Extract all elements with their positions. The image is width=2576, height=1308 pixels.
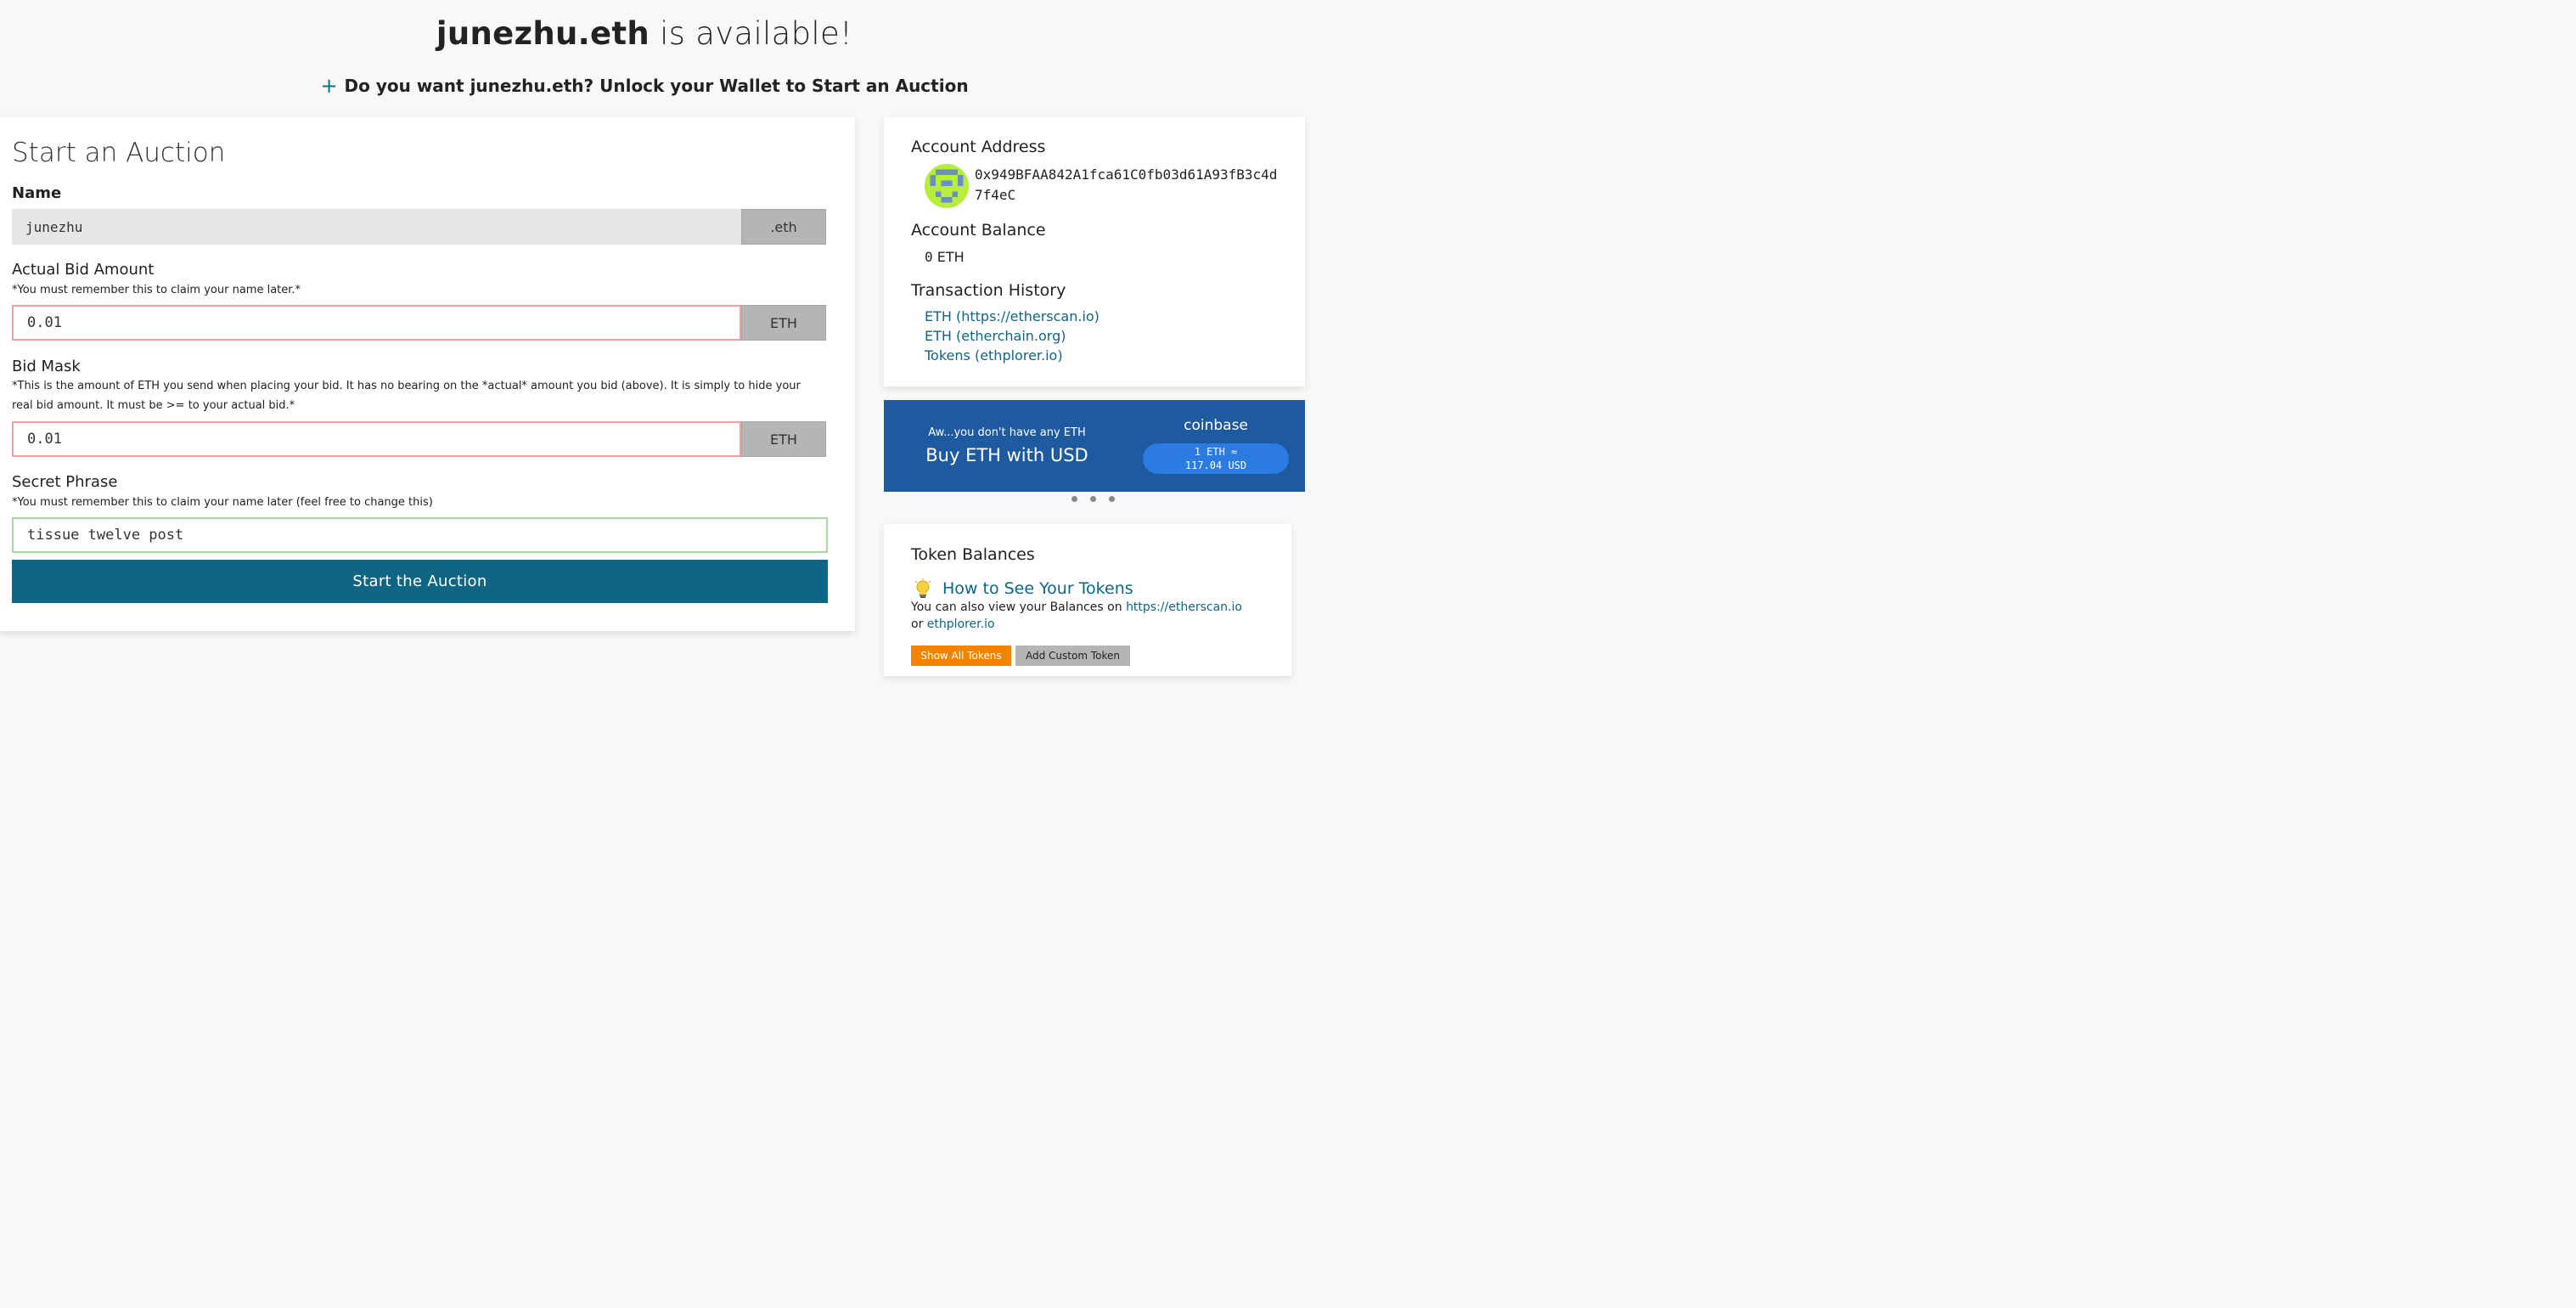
carousel-dot[interactable] [1109,496,1115,502]
account-balance-label: Account Balance [911,221,1046,240]
ethplorer-token-link[interactable]: ethplorer.io [927,617,995,631]
token-note-or: or [911,617,924,631]
carousel-dot[interactable] [1090,496,1096,502]
bid-mask-label: Bid Mask [12,358,81,375]
bid-amount-note: *You must remember this to claim your na… [12,284,301,296]
plus-icon: + [320,74,338,98]
name-row: junezhu .eth [12,209,826,245]
domain-name: junezhu.eth [436,15,650,52]
bid-amount-row: 0.01 ETH [12,305,826,341]
token-balance-note: You can also view your Balances on https… [911,599,1251,633]
add-custom-token-button[interactable]: Add Custom Token [1015,646,1130,666]
account-address-label: Account Address [911,138,1046,156]
eth-rate-line1: 1 ETH ≈ [1194,446,1238,458]
account-panel: Account Address 0x949BFAA842A1fca61C0fb0… [884,117,1305,386]
unlock-wallet-toggle[interactable]: + Do you want junezhu.eth? Unlock your Wa… [0,73,1289,98]
unlock-text: Do you want junezhu.eth? Unlock your Wal… [344,76,969,96]
secret-phrase-input[interactable]: tissue twelve post [12,517,828,553]
start-auction-button[interactable]: Start the Auction [12,560,828,603]
token-note-prefix: You can also view your Balances on [911,600,1122,614]
auction-heading: Start an Auction [12,138,226,168]
secret-phrase-note: *You must remember this to claim your na… [12,496,433,509]
transaction-history-label: Transaction History [911,281,1066,300]
show-all-tokens-button[interactable]: Show All Tokens [911,646,1011,666]
lightbulb-icon [914,578,932,600]
auction-panel: Start an Auction Name junezhu .eth Actua… [0,117,855,631]
eth-rate-badge: 1 ETH ≈ 117.04 USD [1143,443,1289,474]
carousel-dots [1071,496,1115,502]
etherscan-token-link[interactable]: https://etherscan.io [1126,600,1242,614]
balance-unit: ETH [936,249,965,265]
no-eth-message: Aw...you don't have any ETH [928,426,1086,439]
availability-text: is available! [660,15,853,52]
page-title: junezhu.eth is available! [0,15,1289,52]
token-balances-heading: Token Balances [911,545,1035,564]
coinbase-logo: coinbase [1184,417,1248,434]
bid-amount-label: Actual Bid Amount [12,261,155,279]
name-label: Name [12,184,62,202]
token-balances-panel: Token Balances How to See Your Tokens Yo… [884,524,1291,676]
identicon-avatar [925,164,969,208]
how-to-see-tokens-link[interactable]: How to See Your Tokens [942,579,1133,598]
bid-mask-input[interactable]: 0.01 [12,421,741,457]
bid-mask-note: *This is the amount of ETH you send when… [12,380,801,412]
account-address: 0x949BFAA842A1fca61C0fb03d61A93fB3c4d7f4… [975,166,1278,203]
account-balance: 0 ETH [925,249,965,265]
secret-phrase-label: Secret Phrase [12,473,118,491]
name-suffix: .eth [741,209,826,245]
bid-amount-input[interactable]: 0.01 [12,305,741,341]
bid-amount-unit: ETH [741,305,826,341]
etherchain-link[interactable]: ETH (etherchain.org) [925,328,1066,344]
etherscan-link[interactable]: ETH (https://etherscan.io) [925,308,1100,324]
buy-eth-banner[interactable]: Aw...you don't have any ETH Buy ETH with… [884,400,1305,492]
secret-phrase-row: tissue twelve post [12,517,828,553]
balance-amount: 0 [925,249,933,265]
ethplorer-link[interactable]: Tokens (ethplorer.io) [925,347,1063,364]
bid-mask-row: 0.01 ETH [12,421,826,457]
name-input[interactable]: junezhu [12,209,741,245]
bid-mask-unit: ETH [741,421,826,457]
buy-eth-text: Buy ETH with USD [925,445,1088,465]
carousel-dot[interactable] [1071,496,1077,502]
eth-rate-line2: 117.04 USD [1184,459,1247,471]
